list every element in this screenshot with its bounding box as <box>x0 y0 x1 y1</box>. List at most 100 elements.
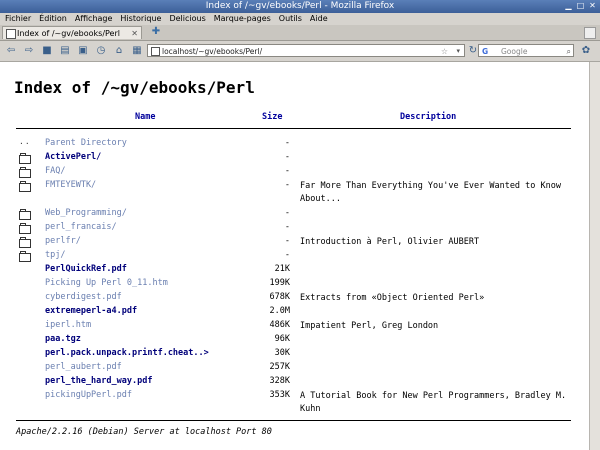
tag-icon[interactable]: ▣ <box>76 44 90 58</box>
file-row: FMTEYEWTK/ - Far More Than Everything You'… <box>0 180 580 204</box>
file-size: 328K <box>269 376 290 386</box>
file-row: FAQ/ - <box>0 166 580 180</box>
file-link[interactable]: Parent Directory <box>45 138 127 148</box>
server-signature: Apache/2.2.16 (Debian) Server at localho… <box>16 427 272 437</box>
file-icon-blank <box>19 364 30 373</box>
file-link[interactable]: iperl.htm <box>45 320 91 330</box>
file-link[interactable]: perlfr/ <box>45 236 81 246</box>
file-link[interactable]: perl_the_hard_way.pdf <box>45 376 152 386</box>
tab-close-icon[interactable]: ✕ <box>131 27 138 40</box>
close-window-icon[interactable]: ✕ <box>587 1 598 11</box>
search-box[interactable]: G Google ⌕ <box>478 44 574 57</box>
file-size: 353K <box>269 390 290 400</box>
file-link[interactable]: cyberdigest.pdf <box>45 292 122 302</box>
file-row: Web_Programming/ - <box>0 208 580 222</box>
window-title: Index of /~gv/ebooks/Perl - Mozilla Fire… <box>205 1 395 11</box>
menu-item[interactable]: Affichage <box>75 14 113 23</box>
tab-list-icon[interactable] <box>584 27 596 39</box>
folder-icon <box>19 209 31 220</box>
menu-bar: Fichier Édition Affichage Historique Delicio… <box>0 13 600 25</box>
file-description: Introduction à Perl, Olivier AUBERT <box>300 237 480 247</box>
search-placeholder: Google <box>501 47 528 56</box>
folder-icon <box>19 153 31 164</box>
folder-icon <box>19 251 31 262</box>
tab-current[interactable]: Index of /~gv/ebooks/Perl ✕ <box>2 26 142 39</box>
file-link[interactable]: tpj/ <box>45 250 65 260</box>
file-link[interactable]: FAQ/ <box>45 166 65 176</box>
file-link[interactable]: PerlQuickRef.pdf <box>45 264 127 274</box>
file-size: - <box>284 180 290 190</box>
forward-icon[interactable]: ⇨ <box>22 44 36 58</box>
google-icon: G <box>482 47 489 56</box>
file-row: pickingUpPerl.pdf 353K A Tutorial Book for… <box>0 390 580 414</box>
file-size: - <box>284 250 290 260</box>
file-icon-blank <box>19 294 30 303</box>
file-icon-blank <box>19 392 30 401</box>
file-size: 199K <box>269 278 290 288</box>
file-size: - <box>284 222 290 232</box>
history-icon[interactable]: ◷ <box>94 44 108 58</box>
footer-divider <box>16 420 571 421</box>
reload-icon[interactable]: ▤ <box>58 44 72 58</box>
menu-item[interactable]: Delicious <box>169 14 205 23</box>
column-header-description[interactable]: Description <box>400 112 456 122</box>
column-header-size[interactable]: Size <box>262 112 282 122</box>
file-link[interactable]: paa.tgz <box>45 334 81 344</box>
dropdown-arrow-icon[interactable]: ▾ <box>456 45 460 58</box>
search-icon[interactable]: ⌕ <box>567 45 571 58</box>
file-link[interactable]: perl_aubert.pdf <box>45 362 122 372</box>
tab-bar: Index of /~gv/ebooks/Perl ✕ ✚ <box>0 25 600 41</box>
bookmark-star-icon[interactable]: ☆ <box>441 45 448 58</box>
menu-item[interactable]: Édition <box>39 14 67 23</box>
page-icon <box>6 29 16 39</box>
file-size: 486K <box>269 320 290 330</box>
file-link[interactable]: pickingUpPerl.pdf <box>45 390 132 400</box>
file-size: - <box>284 208 290 218</box>
maximize-icon[interactable]: □ <box>575 1 586 11</box>
file-row: perl.pack.unpack.printf.cheat..> 30K <box>0 348 580 362</box>
bookmark-icon[interactable]: ▦ <box>130 44 144 58</box>
file-description: Extracts from «Object Oriented Perl» <box>300 293 485 303</box>
file-icon-blank <box>19 336 30 345</box>
header-divider <box>16 128 571 129</box>
address-bar[interactable]: localhost/~gv/ebooks/Perl/ ☆ ▾ <box>147 44 465 57</box>
back-icon[interactable]: ⇦ <box>4 44 18 58</box>
file-link[interactable]: perl_francais/ <box>45 222 117 232</box>
stop-icon[interactable]: ■ <box>40 44 54 58</box>
file-size: 21K <box>274 264 290 274</box>
file-size: - <box>284 236 290 246</box>
file-row: perl_aubert.pdf 257K <box>0 362 580 376</box>
file-link[interactable]: ActivePerl/ <box>45 152 101 162</box>
file-row: tpj/ - <box>0 250 580 264</box>
folder-icon <box>19 167 31 178</box>
file-icon-blank <box>19 378 30 387</box>
file-row: perl_the_hard_way.pdf 328K <box>0 376 580 390</box>
file-link[interactable]: Web_Programming/ <box>45 208 127 218</box>
home-icon[interactable]: ⌂ <box>112 44 126 58</box>
file-size: 96K <box>274 334 290 344</box>
file-description: Far More Than Everything You've Ever Wan… <box>300 181 561 204</box>
file-icon-blank <box>19 266 30 275</box>
file-link[interactable]: Picking Up Perl 0_11.htm <box>45 278 168 288</box>
menu-item[interactable]: Aide <box>310 14 328 23</box>
addon-icon[interactable]: ✿ <box>579 44 593 58</box>
file-link[interactable]: FMTEYEWTK/ <box>45 180 96 190</box>
menu-item[interactable]: Outils <box>279 14 302 23</box>
folder-icon <box>19 223 31 234</box>
column-header-name[interactable]: Name <box>135 112 155 122</box>
file-description: Impatient Perl, Greg London <box>300 321 439 331</box>
menu-item[interactable]: Historique <box>120 14 161 23</box>
file-link[interactable]: perl.pack.unpack.printf.cheat..> <box>45 348 209 358</box>
minimize-icon[interactable]: ▁ <box>563 1 574 11</box>
file-row: extremeperl-a4.pdf 2.0M <box>0 306 580 320</box>
new-tab-icon[interactable]: ✚ <box>150 26 162 38</box>
window-titlebar: Index of /~gv/ebooks/Perl - Mozilla Fire… <box>0 0 600 13</box>
vertical-scrollbar[interactable] <box>589 62 600 450</box>
menu-item[interactable]: Fichier <box>5 14 31 23</box>
file-row: .. Parent Directory - <box>0 137 580 152</box>
file-size: 678K <box>269 292 290 302</box>
menu-item[interactable]: Marque-pages <box>214 14 271 23</box>
file-link[interactable]: extremeperl-a4.pdf <box>45 306 137 316</box>
site-icon <box>151 47 160 56</box>
file-size: 257K <box>269 362 290 372</box>
